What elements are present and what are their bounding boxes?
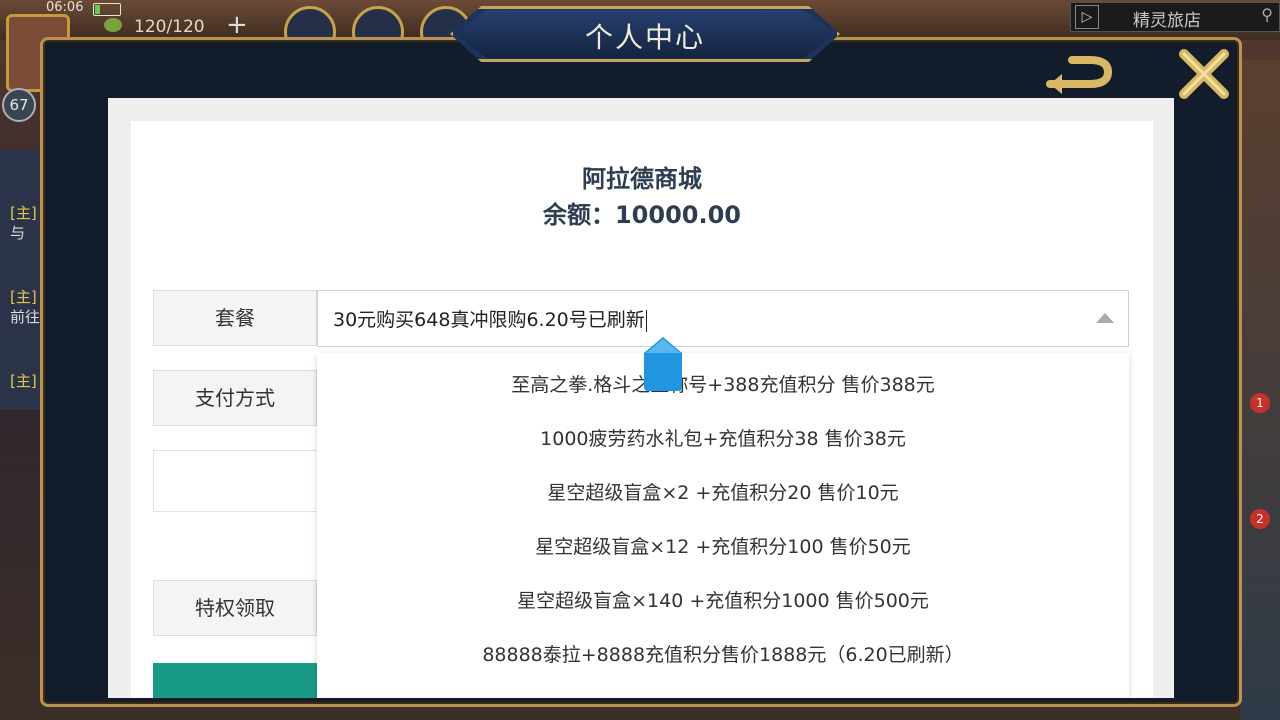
notification-badge: 2 xyxy=(1250,509,1270,529)
package-selected-value: 30元购买648真冲限购6.20号已刷新 xyxy=(333,309,647,332)
inn-label: 精灵旅店 xyxy=(1133,11,1201,31)
balance-text: 余额：10000.00 xyxy=(542,201,741,229)
back-icon[interactable] xyxy=(1044,52,1116,98)
text-cursor-handle-icon[interactable] xyxy=(644,337,682,391)
quest-text: 前往 xyxy=(10,308,41,326)
close-icon[interactable] xyxy=(1176,46,1232,102)
right-hud: 1 2 xyxy=(1240,60,1280,720)
payment-method-label: 支付方式 xyxy=(153,370,317,426)
quest-tag: [主] xyxy=(10,288,37,306)
dropdown-option[interactable]: 至高之拳.格斗之王称号+388充值积分 售价388元 xyxy=(317,358,1129,412)
chevron-up-icon[interactable] xyxy=(1096,313,1114,323)
shop-title: 阿拉德商城 xyxy=(582,165,702,193)
modal-title: 个人中心 xyxy=(584,21,705,54)
dropdown-option[interactable]: 88888泰拉+8888充值积分售价1888元（6.20已刷新） xyxy=(317,628,1129,682)
quest-tag: [主] xyxy=(10,372,37,390)
status-time: 06:06 xyxy=(46,0,84,15)
expand-arrow-icon[interactable]: ▷ xyxy=(1075,5,1099,29)
add-stamina-icon[interactable]: + xyxy=(226,12,248,38)
quest-sidebar: [主] 与 [主] 前往 [主] xyxy=(0,150,42,410)
notification-badge: 1 xyxy=(1250,393,1270,413)
package-dropdown-list: 至高之拳.格斗之王称号+388充值积分 售价388元 1000疲劳药水礼包+充值… xyxy=(317,353,1129,698)
stamina-value: 120/120 xyxy=(134,17,205,37)
quest-text: 与 xyxy=(10,224,26,242)
package-select[interactable]: 30元购买648真冲限购6.20号已刷新 xyxy=(317,290,1129,347)
modal-title-plate: 个人中心 xyxy=(450,6,840,62)
dropdown-option[interactable]: 星空超级盲盒×2 +充值积分20 售价10元 xyxy=(317,466,1129,520)
inn-button[interactable]: ▷ 精灵旅店 ⚲ xyxy=(1070,2,1280,32)
dropdown-option[interactable]: 星空超级盲盒×12 +充值积分100 售价50元 xyxy=(317,520,1129,574)
stamina-icon xyxy=(104,18,122,32)
dropdown-option[interactable]: 1000疲劳药水礼包+充值积分38 售价38元 xyxy=(317,412,1129,466)
shop-webview: 阿拉德商城 余额：10000.00 套餐 30元购买648真冲限购6.20号已刷… xyxy=(108,98,1174,698)
quest-tag: [主] xyxy=(10,204,37,222)
shop-header-card: 阿拉德商城 余额：10000.00 xyxy=(131,121,1153,269)
battery-icon xyxy=(93,3,121,16)
privilege-label: 特权领取 xyxy=(153,580,317,636)
player-level: 67 xyxy=(2,88,36,122)
package-label: 套餐 xyxy=(153,290,317,346)
dropdown-option[interactable]: 星空超级盲盒×140 +充值积分1000 售价500元 xyxy=(317,574,1129,628)
search-icon[interactable]: ⚲ xyxy=(1261,5,1273,24)
text-caret xyxy=(645,309,647,332)
